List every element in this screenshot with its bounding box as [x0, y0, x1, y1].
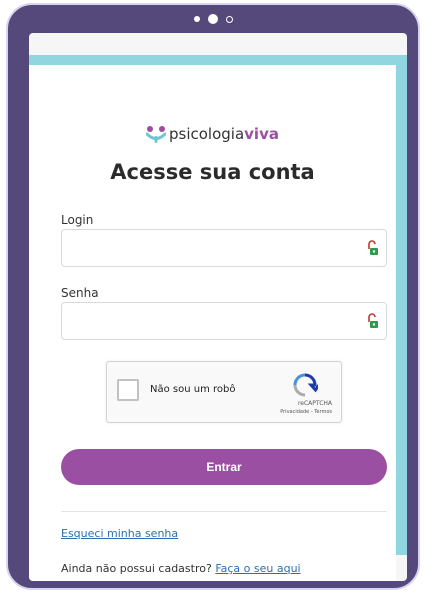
camera-dot-left	[193, 16, 200, 22]
signup-link[interactable]: Faça o seu aqui	[215, 562, 300, 575]
login-label: Login	[61, 213, 94, 227]
tablet-frame: psicologiaviva Acesse sua conta Login Se…	[6, 3, 420, 590]
submit-button[interactable]: Entrar	[61, 449, 387, 485]
password-field[interactable]	[61, 302, 387, 340]
device-camera	[8, 14, 418, 24]
login-card: psicologiaviva Acesse sua conta Login Se…	[29, 65, 396, 581]
divider	[61, 511, 387, 512]
signup-prompt: Ainda não possui cadastro? Faça o seu aq…	[61, 562, 301, 575]
recaptcha-logo-icon	[293, 373, 318, 397]
recaptcha-links[interactable]: Privacidade - Termos	[280, 409, 332, 415]
screen: psicologiaviva Acesse sua conta Login Se…	[29, 33, 407, 581]
camera-dot-center	[207, 14, 218, 24]
brand-name-suffix: viva	[244, 125, 279, 143]
login-field[interactable]	[61, 229, 387, 267]
accent-band	[29, 55, 407, 65]
accent-side	[396, 55, 407, 555]
password-manager-key-icon[interactable]	[365, 313, 379, 329]
page: psicologiaviva Acesse sua conta Login Se…	[0, 0, 429, 594]
camera-dot-right	[225, 15, 233, 23]
recaptcha-brand: reCAPTCHA	[297, 400, 332, 407]
brand-name-prefix: psicologia	[169, 125, 245, 143]
recaptcha-checkbox[interactable]	[117, 379, 139, 401]
psicologiaviva-logo-icon	[146, 126, 166, 143]
recaptcha-widget: Não sou um robô reCAPTCHA Privacidade - …	[106, 361, 342, 423]
brand-name: psicologiaviva	[169, 125, 279, 143]
password-manager-key-icon[interactable]	[365, 240, 379, 256]
recaptcha-label: Não sou um robô	[150, 384, 236, 395]
brand-logo[interactable]: psicologiaviva	[29, 125, 396, 143]
signup-prompt-text: Ainda não possui cadastro?	[61, 562, 212, 575]
forgot-password-link[interactable]: Esqueci minha senha	[61, 527, 178, 540]
page-title: Acesse sua conta	[110, 160, 315, 184]
password-label: Senha	[61, 286, 99, 300]
